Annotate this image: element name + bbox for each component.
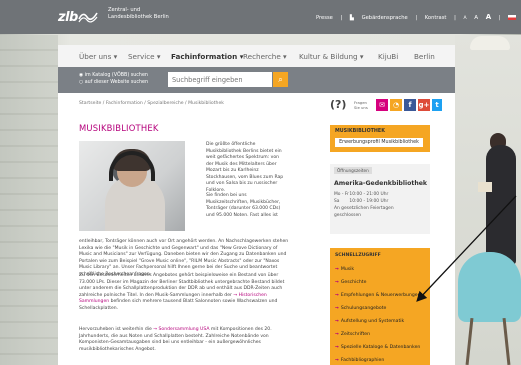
annotation-arrow (416, 195, 517, 302)
annotation-arrow-line (416, 195, 517, 302)
